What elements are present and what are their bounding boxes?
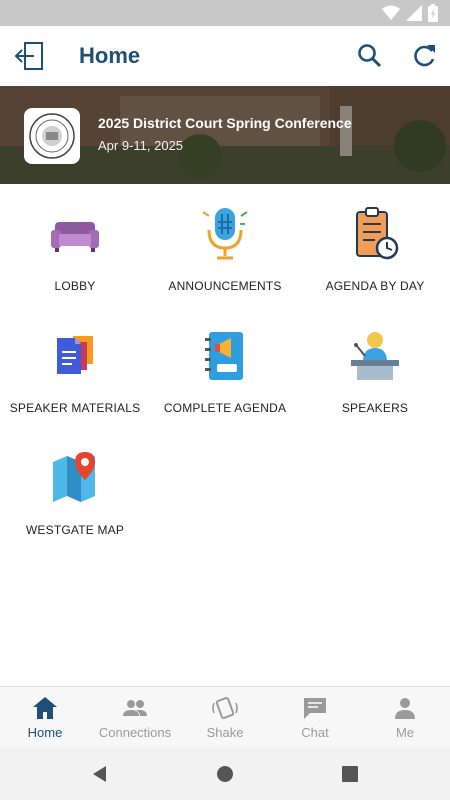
nav-label: Home bbox=[27, 725, 63, 740]
tile-lobby[interactable]: LOBBY bbox=[0, 184, 150, 304]
tile-label: SPEAKER MATERIALS bbox=[9, 401, 141, 415]
speaker-podium-icon bbox=[351, 332, 399, 380]
back-icon[interactable] bbox=[90, 764, 110, 784]
tile-label: ANNOUNCEMENTS bbox=[168, 279, 282, 293]
home-circle-icon[interactable] bbox=[215, 764, 235, 784]
tile-complete-agenda[interactable]: COMPLETE AGENDA bbox=[150, 306, 300, 426]
page-title: Home bbox=[79, 43, 141, 68]
status-bar bbox=[0, 0, 450, 26]
signal-icon bbox=[406, 5, 422, 21]
tile-label: LOBBY bbox=[54, 279, 96, 293]
home-icon bbox=[33, 697, 57, 719]
court-seal-logo bbox=[24, 108, 80, 164]
tile-announcements[interactable]: ANNOUNCEMENTS bbox=[150, 184, 300, 304]
nav-home[interactable]: Home bbox=[0, 687, 90, 748]
tile-label: COMPLETE AGENDA bbox=[163, 401, 287, 415]
tile-speaker-materials[interactable]: SPEAKER MATERIALS bbox=[0, 306, 150, 426]
conference-dates: Apr 9-11, 2025 bbox=[98, 138, 184, 153]
nav-label: Chat bbox=[301, 725, 329, 740]
tile-label: AGENDA BY DAY bbox=[325, 279, 425, 293]
app-bar: Home bbox=[0, 26, 450, 86]
battery-icon bbox=[428, 4, 438, 22]
conference-title: 2025 District Court Spring Conference bbox=[98, 115, 352, 131]
shake-icon bbox=[212, 697, 238, 719]
wifi-icon bbox=[382, 5, 400, 20]
nav-me[interactable]: Me bbox=[360, 687, 450, 748]
conference-banner[interactable]: 2025 District Court Spring Conference Ap… bbox=[0, 86, 450, 184]
chat-icon bbox=[304, 698, 326, 719]
sofa-icon bbox=[51, 222, 99, 252]
refresh-icon[interactable] bbox=[410, 42, 438, 70]
tile-label: SPEAKERS bbox=[341, 401, 409, 415]
map-pin-icon bbox=[53, 452, 95, 502]
nav-label: Me bbox=[395, 725, 415, 740]
system-navigation-bar bbox=[0, 748, 450, 800]
nav-label: Shake bbox=[206, 725, 244, 740]
app-root: Home 2025 District Court Spring Conferen… bbox=[0, 0, 450, 800]
recents-icon[interactable] bbox=[340, 764, 360, 784]
nav-connections[interactable]: Connections bbox=[90, 687, 180, 748]
people-icon bbox=[123, 700, 147, 716]
bottom-navigation: Home Connections Shake Chat Me bbox=[0, 686, 450, 748]
nav-chat[interactable]: Chat bbox=[270, 687, 360, 748]
clipboard-clock-icon bbox=[356, 207, 399, 260]
nav-shake[interactable]: Shake bbox=[180, 687, 270, 748]
search-icon[interactable] bbox=[356, 42, 384, 70]
documents-icon bbox=[57, 336, 93, 374]
exit-icon[interactable] bbox=[14, 40, 46, 72]
notebook-megaphone-icon bbox=[205, 332, 243, 380]
person-icon bbox=[395, 698, 415, 719]
tile-speakers[interactable]: SPEAKERS bbox=[300, 306, 450, 426]
tile-westgate-map[interactable]: WESTGATE MAP bbox=[0, 428, 150, 548]
tile-agenda-by-day[interactable]: AGENDA BY DAY bbox=[300, 184, 450, 304]
tile-label: WESTGATE MAP bbox=[25, 523, 125, 537]
microphone-icon bbox=[202, 208, 248, 260]
nav-label: Connections bbox=[98, 725, 172, 740]
